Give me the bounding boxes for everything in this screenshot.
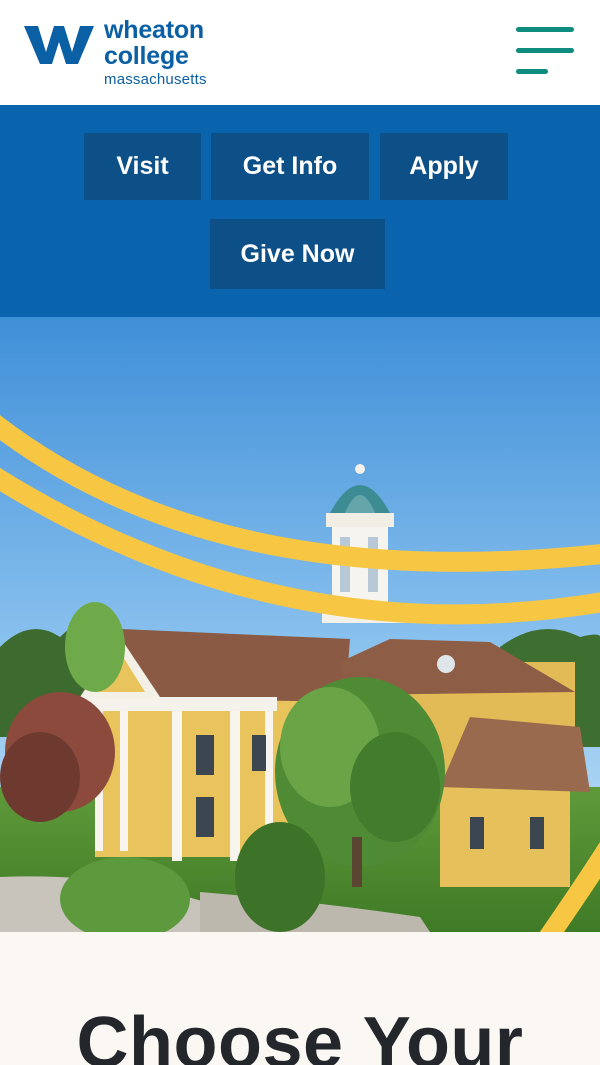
logo-line-massachusetts: massachusetts (104, 71, 207, 88)
menu-bar-middle (516, 48, 574, 53)
wheaton-logo[interactable]: wheaton college massachusetts (24, 18, 244, 88)
logo-w-icon (24, 26, 94, 64)
intro-section: Choose Your (0, 932, 600, 1065)
campus-building-illustration (0, 317, 600, 932)
logo-line-college: college (104, 42, 189, 70)
hamburger-menu-icon[interactable] (510, 22, 580, 82)
get-info-button[interactable]: Get Info (211, 133, 369, 200)
menu-bar-bottom (516, 69, 548, 74)
site-header: wheaton college massachusetts (0, 0, 600, 105)
action-band: Visit Get Info Apply Give Now (0, 105, 600, 317)
give-now-button[interactable]: Give Now (210, 219, 385, 289)
menu-bar-top (516, 27, 574, 32)
section-heading: Choose Your (76, 1003, 524, 1065)
logo-wordmark: wheaton college massachusetts (104, 16, 207, 88)
logo-line-wheaton: wheaton (104, 16, 204, 44)
visit-button[interactable]: Visit (84, 133, 201, 200)
hero-image (0, 317, 600, 932)
apply-button[interactable]: Apply (380, 133, 508, 200)
